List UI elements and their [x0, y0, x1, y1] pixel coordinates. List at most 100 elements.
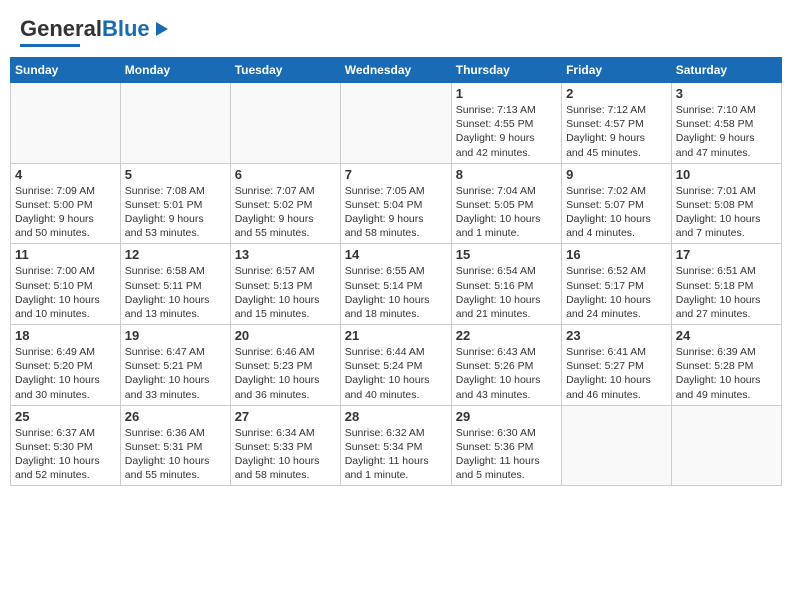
calendar-day-cell: 27Sunrise: 6:34 AMSunset: 5:33 PMDayligh…	[230, 405, 340, 486]
calendar-day-cell: 2 Sunrise: 7:12 AMSunset: 4:57 PMDaylight…	[562, 83, 672, 164]
day-info: Sunrise: 7:02 AMSunset: 5:07 PMDaylight:…	[566, 184, 667, 241]
calendar-day-cell: 1 Sunrise: 7:13 AMSunset: 4:55 PMDaylight…	[451, 83, 561, 164]
calendar-header-cell: Sunday	[11, 58, 121, 83]
calendar-day-cell: 22 Sunrise: 6:43 AMSunset: 5:26 PMDayligh…	[451, 325, 561, 406]
day-info: Sunrise: 6:57 AMSunset: 5:13 PMDaylight:…	[235, 264, 336, 321]
logo-arrow-icon	[152, 20, 170, 38]
calendar-day-cell: 11 Sunrise: 7:00 AMSunset: 5:10 PMDayligh…	[11, 244, 121, 325]
calendar-day-cell	[340, 83, 451, 164]
calendar-day-cell	[671, 405, 781, 486]
calendar-day-cell: 13Sunrise: 6:57 AMSunset: 5:13 PMDayligh…	[230, 244, 340, 325]
day-number: 10	[676, 167, 777, 182]
calendar-header-cell: Wednesday	[340, 58, 451, 83]
calendar-header-cell: Monday	[120, 58, 230, 83]
day-number: 26	[125, 409, 226, 424]
day-number: 8	[456, 167, 557, 182]
calendar-day-cell: 21 Sunrise: 6:44 AMSunset: 5:24 PMDayligh…	[340, 325, 451, 406]
calendar-header-cell: Tuesday	[230, 58, 340, 83]
day-number: 15	[456, 247, 557, 262]
day-info: Sunrise: 7:10 AMSunset: 4:58 PMDaylight:…	[676, 103, 777, 160]
calendar-header-cell: Friday	[562, 58, 672, 83]
day-number: 6	[235, 167, 336, 182]
day-number: 23	[566, 328, 667, 343]
day-info: Sunrise: 6:39 AMSunset: 5:28 PMDaylight:…	[676, 345, 777, 402]
day-number: 25	[15, 409, 116, 424]
day-info: Sunrise: 6:34 AMSunset: 5:33 PMDaylight:…	[235, 426, 336, 483]
day-info: Sunrise: 7:08 AMSunset: 5:01 PMDaylight:…	[125, 184, 226, 241]
day-number: 14	[345, 247, 447, 262]
calendar-day-cell: 8 Sunrise: 7:04 AMSunset: 5:05 PMDaylight…	[451, 163, 561, 244]
calendar-day-cell: 6 Sunrise: 7:07 AMSunset: 5:02 PMDaylight…	[230, 163, 340, 244]
day-info: Sunrise: 6:52 AMSunset: 5:17 PMDaylight:…	[566, 264, 667, 321]
day-number: 16	[566, 247, 667, 262]
calendar-week-row: 25 Sunrise: 6:37 AMSunset: 5:30 PMDayligh…	[11, 405, 782, 486]
day-info: Sunrise: 7:12 AMSunset: 4:57 PMDaylight:…	[566, 103, 667, 160]
calendar-table: SundayMondayTuesdayWednesdayThursdayFrid…	[10, 57, 782, 486]
day-info: Sunrise: 6:58 AMSunset: 5:11 PMDaylight:…	[125, 264, 226, 321]
day-info: Sunrise: 6:43 AMSunset: 5:26 PMDaylight:…	[456, 345, 557, 402]
day-info: Sunrise: 6:49 AMSunset: 5:20 PMDaylight:…	[15, 345, 116, 402]
day-info: Sunrise: 6:41 AMSunset: 5:27 PMDaylight:…	[566, 345, 667, 402]
calendar-day-cell: 19Sunrise: 6:47 AMSunset: 5:21 PMDayligh…	[120, 325, 230, 406]
calendar-header-cell: Thursday	[451, 58, 561, 83]
day-info: Sunrise: 6:44 AMSunset: 5:24 PMDaylight:…	[345, 345, 447, 402]
calendar-header-cell: Saturday	[671, 58, 781, 83]
logo: GeneralBlue	[20, 18, 170, 47]
calendar-body: 1 Sunrise: 7:13 AMSunset: 4:55 PMDaylight…	[11, 83, 782, 486]
day-number: 7	[345, 167, 447, 182]
logo-text: GeneralBlue	[20, 18, 150, 40]
calendar-week-row: 11 Sunrise: 7:00 AMSunset: 5:10 PMDayligh…	[11, 244, 782, 325]
calendar-day-cell: 3Sunrise: 7:10 AMSunset: 4:58 PMDaylight…	[671, 83, 781, 164]
day-number: 22	[456, 328, 557, 343]
day-number: 21	[345, 328, 447, 343]
day-info: Sunrise: 7:09 AMSunset: 5:00 PMDaylight:…	[15, 184, 116, 241]
calendar-day-cell: 12Sunrise: 6:58 AMSunset: 5:11 PMDayligh…	[120, 244, 230, 325]
calendar-day-cell	[11, 83, 121, 164]
day-number: 20	[235, 328, 336, 343]
day-info: Sunrise: 7:00 AMSunset: 5:10 PMDaylight:…	[15, 264, 116, 321]
day-number: 29	[456, 409, 557, 424]
calendar-day-cell: 28 Sunrise: 6:32 AMSunset: 5:34 PMDayligh…	[340, 405, 451, 486]
day-info: Sunrise: 6:55 AMSunset: 5:14 PMDaylight:…	[345, 264, 447, 321]
day-info: Sunrise: 7:01 AMSunset: 5:08 PMDaylight:…	[676, 184, 777, 241]
calendar-day-cell	[120, 83, 230, 164]
calendar-day-cell: 4 Sunrise: 7:09 AMSunset: 5:00 PMDaylight…	[11, 163, 121, 244]
day-info: Sunrise: 7:05 AMSunset: 5:04 PMDaylight:…	[345, 184, 447, 241]
day-info: Sunrise: 6:30 AMSunset: 5:36 PMDaylight:…	[456, 426, 557, 483]
day-info: Sunrise: 6:32 AMSunset: 5:34 PMDaylight:…	[345, 426, 447, 483]
calendar-day-cell: 26Sunrise: 6:36 AMSunset: 5:31 PMDayligh…	[120, 405, 230, 486]
calendar-day-cell	[230, 83, 340, 164]
day-info: Sunrise: 7:13 AMSunset: 4:55 PMDaylight:…	[456, 103, 557, 160]
day-info: Sunrise: 7:04 AMSunset: 5:05 PMDaylight:…	[456, 184, 557, 241]
calendar-week-row: 1 Sunrise: 7:13 AMSunset: 4:55 PMDaylight…	[11, 83, 782, 164]
day-info: Sunrise: 7:07 AMSunset: 5:02 PMDaylight:…	[235, 184, 336, 241]
day-number: 17	[676, 247, 777, 262]
day-info: Sunrise: 6:54 AMSunset: 5:16 PMDaylight:…	[456, 264, 557, 321]
day-number: 24	[676, 328, 777, 343]
calendar-day-cell: 18Sunrise: 6:49 AMSunset: 5:20 PMDayligh…	[11, 325, 121, 406]
day-number: 2	[566, 86, 667, 101]
calendar-day-cell: 15 Sunrise: 6:54 AMSunset: 5:16 PMDayligh…	[451, 244, 561, 325]
day-number: 11	[15, 247, 116, 262]
calendar-day-cell: 17Sunrise: 6:51 AMSunset: 5:18 PMDayligh…	[671, 244, 781, 325]
calendar-header-row: SundayMondayTuesdayWednesdayThursdayFrid…	[11, 58, 782, 83]
day-info: Sunrise: 6:47 AMSunset: 5:21 PMDaylight:…	[125, 345, 226, 402]
calendar-week-row: 4 Sunrise: 7:09 AMSunset: 5:00 PMDaylight…	[11, 163, 782, 244]
day-number: 1	[456, 86, 557, 101]
day-number: 4	[15, 167, 116, 182]
calendar-day-cell: 29 Sunrise: 6:30 AMSunset: 5:36 PMDayligh…	[451, 405, 561, 486]
calendar-day-cell: 10 Sunrise: 7:01 AMSunset: 5:08 PMDayligh…	[671, 163, 781, 244]
calendar-week-row: 18Sunrise: 6:49 AMSunset: 5:20 PMDayligh…	[11, 325, 782, 406]
logo-underline	[20, 44, 80, 47]
day-number: 9	[566, 167, 667, 182]
page-header: GeneralBlue	[10, 10, 782, 51]
calendar-day-cell: 24 Sunrise: 6:39 AMSunset: 5:28 PMDayligh…	[671, 325, 781, 406]
calendar-day-cell: 23 Sunrise: 6:41 AMSunset: 5:27 PMDayligh…	[562, 325, 672, 406]
day-info: Sunrise: 6:46 AMSunset: 5:23 PMDaylight:…	[235, 345, 336, 402]
day-info: Sunrise: 6:37 AMSunset: 5:30 PMDaylight:…	[15, 426, 116, 483]
calendar-day-cell: 16 Sunrise: 6:52 AMSunset: 5:17 PMDayligh…	[562, 244, 672, 325]
calendar-day-cell: 9 Sunrise: 7:02 AMSunset: 5:07 PMDaylight…	[562, 163, 672, 244]
calendar-day-cell: 14 Sunrise: 6:55 AMSunset: 5:14 PMDayligh…	[340, 244, 451, 325]
day-number: 28	[345, 409, 447, 424]
calendar-day-cell: 7 Sunrise: 7:05 AMSunset: 5:04 PMDaylight…	[340, 163, 451, 244]
